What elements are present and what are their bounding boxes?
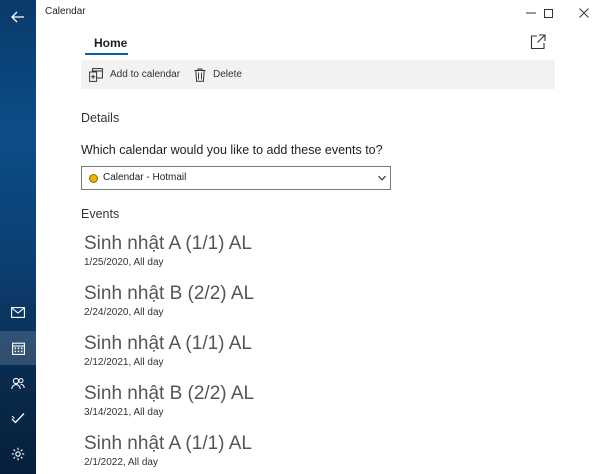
title-bar: Calendar	[36, 0, 600, 26]
event-item[interactable]: Sinh nhật B (2/2) AL 2/24/2020, All day	[84, 283, 504, 318]
maximize-icon	[543, 8, 553, 18]
events-heading: Events	[81, 207, 120, 221]
event-item[interactable]: Sinh nhật A (1/1) AL 2/1/2022, All day	[84, 433, 504, 468]
mail-icon	[11, 306, 25, 318]
close-icon	[579, 8, 589, 18]
nav-todo[interactable]	[0, 401, 36, 435]
back-arrow-icon	[11, 11, 24, 23]
event-item[interactable]: Sinh nhật A (1/1) AL 2/12/2021, All day	[84, 333, 504, 368]
chevron-down-icon	[378, 175, 386, 181]
popout-button[interactable]	[530, 34, 546, 50]
calendar-icon	[11, 342, 25, 355]
delete-button[interactable]: Delete	[194, 60, 242, 89]
calendar-select[interactable]: Calendar - Hotmail	[81, 166, 391, 190]
nav-settings[interactable]	[0, 437, 36, 471]
popout-icon	[530, 34, 546, 50]
event-title: Sinh nhật B (2/2) AL	[84, 283, 255, 304]
event-title: Sinh nhật A (1/1) AL	[84, 433, 252, 454]
add-to-calendar-label: Add to calendar	[110, 69, 181, 80]
event-date: 1/25/2020, All day	[84, 257, 164, 268]
delete-label: Delete	[213, 69, 242, 80]
add-to-calendar-button[interactable]: Add to calendar	[89, 60, 180, 89]
nav-people[interactable]	[0, 366, 36, 400]
event-item[interactable]: Sinh nhật B (2/2) AL 3/14/2021, All day	[84, 383, 504, 418]
close-button[interactable]	[568, 0, 600, 26]
calendar-color-dot	[89, 174, 98, 183]
maximize-button[interactable]	[532, 0, 564, 26]
nav-rail	[0, 0, 36, 474]
event-title: Sinh nhật A (1/1) AL	[84, 333, 252, 354]
calendar-app: Calendar Home Add to calendar Delete Det…	[0, 0, 600, 474]
event-title: Sinh nhật A (1/1) AL	[84, 233, 252, 254]
settings-icon	[11, 447, 25, 461]
calendar-question: Which calendar would you like to add the…	[81, 143, 383, 157]
app-title: Calendar	[45, 6, 86, 17]
event-item[interactable]: Sinh nhật A (1/1) AL 1/25/2020, All day	[84, 233, 504, 268]
calendar-select-value: Calendar - Hotmail	[103, 172, 187, 183]
nav-calendar[interactable]	[0, 331, 36, 365]
event-date: 3/14/2021, All day	[84, 407, 164, 418]
event-title: Sinh nhật B (2/2) AL	[84, 383, 255, 404]
event-date: 2/12/2021, All day	[84, 357, 164, 368]
event-date: 2/24/2020, All day	[84, 307, 164, 318]
command-bar: Add to calendar Delete	[81, 60, 555, 89]
add-to-calendar-icon	[89, 67, 103, 82]
tab-home-underline	[85, 53, 128, 55]
trash-icon	[194, 68, 206, 82]
todo-icon	[11, 413, 25, 424]
tab-home[interactable]: Home	[94, 36, 127, 50]
back-button[interactable]	[0, 0, 36, 34]
details-heading: Details	[81, 111, 120, 125]
event-date: 2/1/2022, All day	[84, 457, 158, 468]
people-icon	[11, 377, 25, 389]
nav-mail[interactable]	[0, 295, 36, 329]
